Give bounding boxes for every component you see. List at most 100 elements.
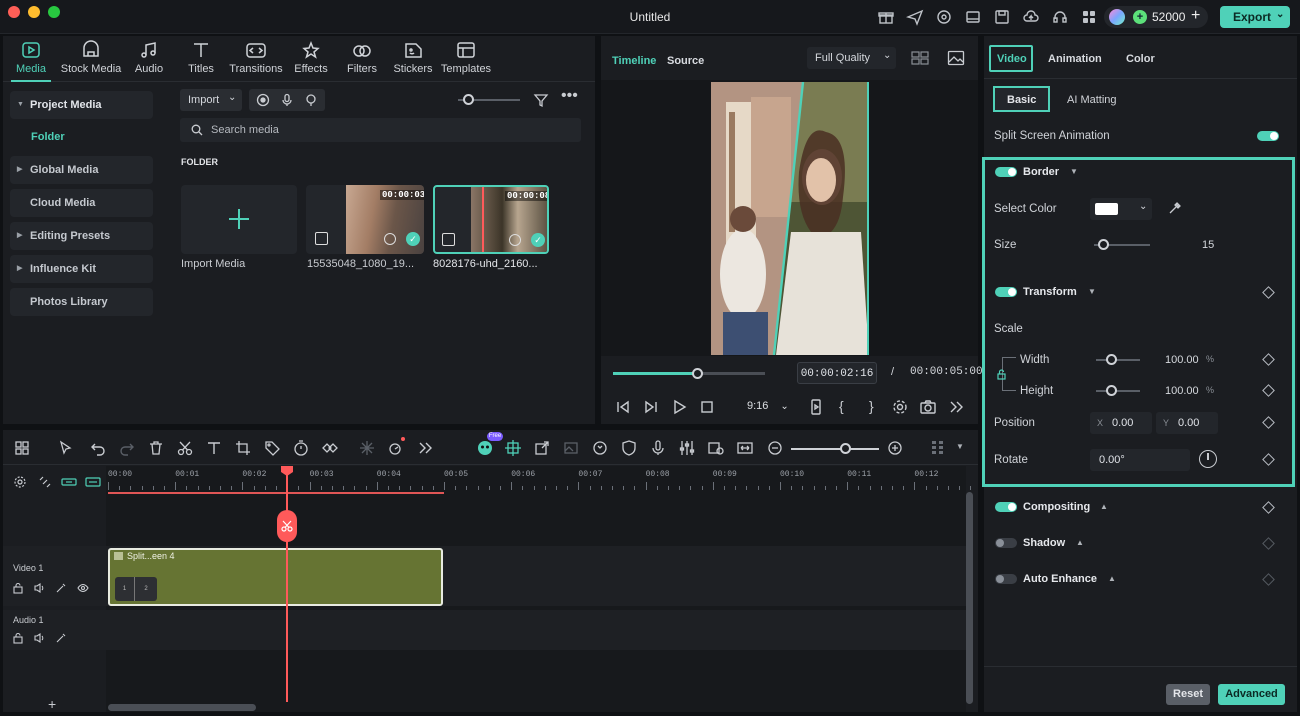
preview-progress-track[interactable] xyxy=(613,372,765,375)
size-slider-knob[interactable] xyxy=(1098,239,1109,250)
fit-timeline-icon[interactable] xyxy=(736,439,754,457)
lock-icon[interactable] xyxy=(12,632,24,644)
tab-titles[interactable]: Titles xyxy=(183,40,219,78)
import-dropdown[interactable]: Import ⌄ xyxy=(180,89,242,111)
transform-toggle[interactable] xyxy=(995,287,1017,297)
next-frame-icon[interactable] xyxy=(642,398,660,416)
layout-icon[interactable] xyxy=(964,8,982,26)
grid-apps-icon[interactable] xyxy=(1080,8,1098,26)
mark-in-icon[interactable]: { xyxy=(839,398,844,414)
tab-color[interactable]: Color xyxy=(1126,53,1155,65)
media-clip-thumbnail-selected[interactable]: 00:00:08 ✓ xyxy=(433,185,549,254)
add-credits-icon[interactable]: + xyxy=(1191,7,1200,25)
crop-icon[interactable] xyxy=(234,439,252,457)
filter-icon[interactable] xyxy=(533,92,549,108)
size-value[interactable]: 15 xyxy=(1202,239,1214,251)
more-tools-icon[interactable] xyxy=(416,439,434,457)
more-arrows-icon[interactable] xyxy=(947,398,965,416)
subtab-ai-matting[interactable]: AI Matting xyxy=(1067,94,1117,106)
reset-button[interactable]: Reset xyxy=(1166,684,1210,705)
width-slider[interactable] xyxy=(1096,359,1140,361)
height-slider[interactable] xyxy=(1096,390,1140,392)
tab-animation[interactable]: Animation xyxy=(1048,53,1102,65)
play-icon[interactable] xyxy=(670,398,688,416)
timer-icon[interactable] xyxy=(292,439,310,457)
tab-templates[interactable]: Templates xyxy=(439,40,493,78)
dropdown-caret-icon[interactable]: ▼ xyxy=(956,442,964,451)
zoom-slider-knob[interactable] xyxy=(840,443,851,454)
height-value[interactable]: 100.00 xyxy=(1165,385,1199,397)
freeze-frame-icon[interactable] xyxy=(358,439,376,457)
tab-transitions[interactable]: Transitions xyxy=(227,40,285,78)
collapse-icon[interactable]: ▼ xyxy=(1088,287,1096,296)
export-clip-icon[interactable] xyxy=(533,439,551,457)
record-screen-icon[interactable] xyxy=(256,93,270,107)
tab-source[interactable]: Source xyxy=(667,55,704,67)
timeline-settings-icon[interactable] xyxy=(13,475,27,489)
sidebar-item-editing-presets[interactable]: ▶ Editing Presets xyxy=(10,222,153,250)
sidebar-item-photos-library[interactable]: Photos Library xyxy=(10,288,153,316)
community-icon[interactable] xyxy=(935,8,953,26)
tab-effects[interactable]: Effects xyxy=(293,40,329,78)
zoom-in-icon[interactable] xyxy=(886,439,904,457)
expand-icon[interactable]: ▲ xyxy=(1108,574,1116,583)
border-color-picker[interactable]: ⌄ xyxy=(1090,198,1152,220)
sidebar-item-project-media[interactable]: ▼ Project Media xyxy=(10,91,153,119)
scissors-icon[interactable] xyxy=(176,439,194,457)
keyframe-diamond-icon[interactable] xyxy=(1262,537,1275,550)
volume-icon[interactable] xyxy=(33,632,45,644)
redo-icon[interactable] xyxy=(118,439,136,457)
ai-effect-icon[interactable] xyxy=(55,582,67,594)
transform-section-title[interactable]: Transform xyxy=(1023,286,1077,298)
save-icon[interactable] xyxy=(993,8,1011,26)
width-value[interactable]: 100.00 xyxy=(1165,354,1199,366)
keyframe-diamond-icon[interactable] xyxy=(1262,501,1275,514)
position-y-input[interactable]: Y 0.00 xyxy=(1156,412,1218,434)
zoom-out-icon[interactable] xyxy=(766,439,784,457)
timeline-video-clip[interactable]: Split...een 4 1 2 xyxy=(108,548,443,606)
add-track-plus-icon[interactable]: + xyxy=(48,696,56,712)
compositing-section-title[interactable]: Compositing xyxy=(1023,501,1090,513)
snapshot-image-icon[interactable] xyxy=(947,50,965,66)
horizontal-scrollbar[interactable] xyxy=(108,704,256,711)
compositing-toggle[interactable] xyxy=(995,502,1017,512)
text-icon[interactable] xyxy=(205,439,223,457)
collapse-icon[interactable]: ▼ xyxy=(1070,167,1078,176)
audio-mixer-icon[interactable] xyxy=(678,439,696,457)
time-ruler[interactable]: 00:00 00:01 00:02 00:03 00:04 00:05 00:06 00:07… xyxy=(106,466,972,494)
shadow-section-title[interactable]: Shadow xyxy=(1023,537,1065,549)
layout-grid-icon[interactable] xyxy=(13,439,31,457)
ai-effect-icon[interactable] xyxy=(55,632,67,644)
border-toggle[interactable] xyxy=(995,167,1017,177)
undo-icon[interactable] xyxy=(89,439,107,457)
shield-icon[interactable] xyxy=(620,439,638,457)
import-media-card[interactable] xyxy=(181,185,297,254)
unlink-icon[interactable] xyxy=(38,475,52,489)
auto-reframe-icon[interactable] xyxy=(504,439,522,457)
auto-enhance-toggle[interactable] xyxy=(995,574,1017,584)
keyframe-diamond-icon[interactable] xyxy=(1262,573,1275,586)
image-replace-icon[interactable] xyxy=(562,439,580,457)
export-button[interactable]: Export ⌄ xyxy=(1220,6,1290,28)
expand-icon[interactable]: ▲ xyxy=(1076,538,1084,547)
quality-dropdown[interactable]: Full Quality ⌄ xyxy=(807,47,896,69)
aspect-ratio-dropdown[interactable]: 9:16 ⌄ xyxy=(747,400,789,412)
avatar[interactable] xyxy=(1109,9,1125,25)
expand-icon[interactable]: ▲ xyxy=(1100,502,1108,511)
rotate-dial-icon[interactable] xyxy=(1199,450,1217,468)
rotate-input[interactable]: 0.00° xyxy=(1090,449,1190,471)
volume-icon[interactable] xyxy=(33,582,45,594)
tab-media[interactable]: Media xyxy=(13,40,49,78)
sidebar-item-influence-kit[interactable]: ▶ Influence Kit xyxy=(10,255,153,283)
zoom-slider[interactable] xyxy=(791,448,879,450)
tab-stock-media[interactable]: Stock Media xyxy=(59,40,123,78)
vertical-scrollbar[interactable] xyxy=(966,492,973,704)
shadow-toggle[interactable] xyxy=(995,538,1017,548)
more-options-icon[interactable]: ••• xyxy=(561,88,578,108)
tab-stickers[interactable]: Stickers xyxy=(393,40,433,78)
sidebar-item-folder[interactable]: Folder xyxy=(31,131,65,143)
audio-stretch-icon[interactable] xyxy=(707,439,725,457)
auto-enhance-section-title[interactable]: Auto Enhance xyxy=(1023,573,1097,585)
cloud-upload-icon[interactable] xyxy=(1022,8,1040,26)
sync-icon[interactable] xyxy=(591,439,609,457)
